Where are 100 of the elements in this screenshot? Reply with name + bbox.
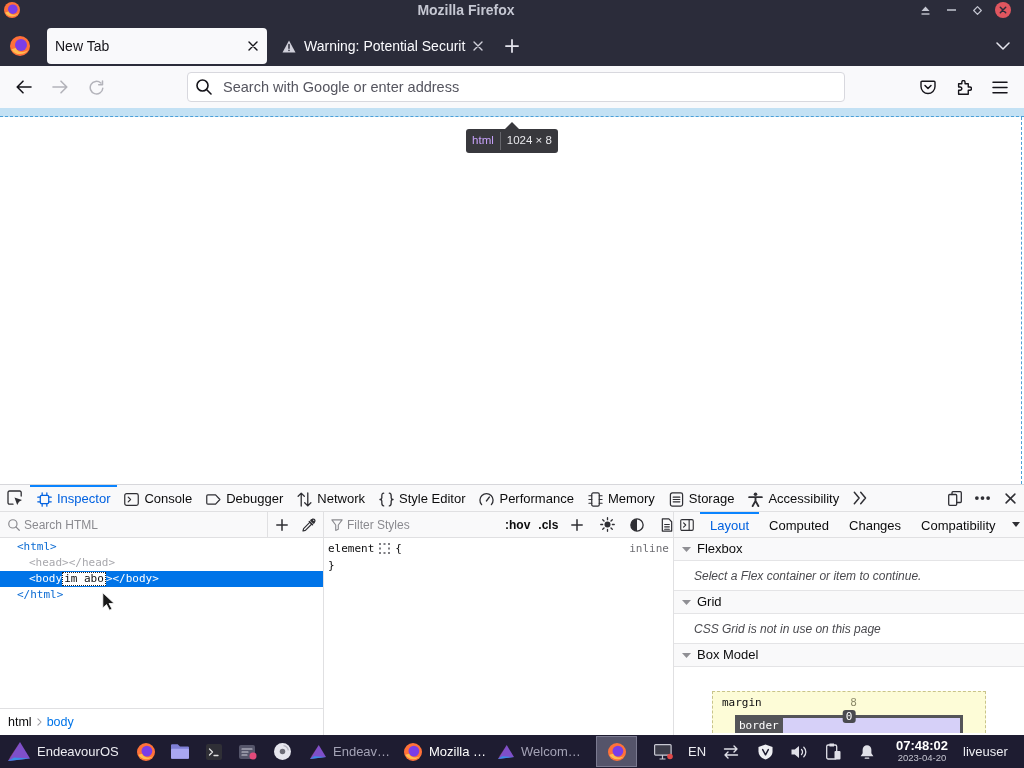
rounded-pouch-icon [920, 79, 936, 95]
clock-date[interactable]: 2023-04-20 [897, 753, 947, 764]
mouse-pointer-icon [102, 592, 115, 611]
sidebar-toggle-icon [680, 518, 694, 531]
markup-node[interactable]: <body im abo ></body> [0, 571, 323, 587]
plus-icon[interactable] [275, 518, 288, 531]
eyedropper-icon [302, 517, 316, 532]
split-window-icon [947, 490, 962, 506]
filter-styles-field[interactable]: Filter Styles [347, 515, 502, 534]
filter-icon [331, 518, 343, 531]
tag-name-label: html [472, 132, 501, 150]
devtools-tab[interactable]: Style Editor [372, 485, 473, 511]
browser-logo-icon[interactable] [137, 742, 155, 761]
rule-brace: { [395, 541, 402, 557]
sidebar-tab[interactable]: Computed [759, 512, 840, 537]
desktop-pager[interactable] [596, 736, 637, 767]
list-box-icon [668, 491, 684, 507]
chevron-down-icon [996, 42, 1010, 50]
terminal-icon[interactable] [206, 743, 222, 760]
bell-icon[interactable] [860, 743, 874, 760]
devtools-tab[interactable]: Debugger [199, 485, 291, 511]
up-down-arrows-icon [297, 491, 313, 507]
search-icon [196, 79, 212, 95]
folder-icon[interactable] [171, 744, 189, 759]
address-field[interactable]: Search with Google or enter address [187, 72, 845, 102]
keep-above-icon[interactable] [920, 5, 930, 15]
devtools-tab[interactable]: Storage [661, 485, 742, 511]
sail-logo-icon [498, 744, 514, 759]
gauge-icon [479, 491, 495, 507]
taskbar-task[interactable]: Welcom… [487, 735, 581, 768]
browser-logo-icon [404, 742, 422, 761]
chip-icon [587, 491, 603, 507]
forward-arrow-icon [52, 80, 68, 94]
devtools-tab[interactable]: Performance [472, 485, 581, 511]
browser-logo-icon [607, 742, 626, 761]
margin-value: 8 [850, 695, 857, 712]
browser-tab[interactable]: New Tab [47, 28, 267, 64]
application-launcher[interactable]: EndeavourOS [0, 735, 129, 768]
style-toggle-button[interactable]: :hov [502, 512, 534, 537]
rule-source-link[interactable]: inline [629, 540, 669, 557]
minimize-icon[interactable] [946, 9, 956, 11]
devtools-tab[interactable]: Accessibility [741, 485, 847, 511]
close-icon [1005, 492, 1016, 504]
menu-icon [992, 80, 1008, 94]
style-toggle-button[interactable]: .cls [535, 512, 562, 537]
user-name-label[interactable]: liveuser [963, 741, 1008, 762]
person-icon [748, 491, 764, 507]
grid-dots-icon[interactable] [379, 543, 391, 554]
restore-icon[interactable] [972, 5, 982, 15]
warning-icon [282, 39, 296, 53]
margin-label: margin [722, 695, 762, 712]
pick-cursor-icon [7, 490, 23, 506]
tag-shape-icon [206, 491, 222, 507]
sail-logo-icon [8, 742, 30, 761]
keyboard-layout-indicator[interactable]: EN [687, 741, 707, 762]
sidebar-tab[interactable]: Compatibility [911, 512, 1006, 537]
browser-logo-icon[interactable] [10, 36, 30, 56]
markup-node[interactable]: </html> [0, 587, 323, 603]
border-label: border [738, 718, 780, 733]
sidebar-tab[interactable]: Changes [839, 512, 912, 537]
shield-icon[interactable] [757, 743, 773, 760]
speaker-icon[interactable] [791, 744, 807, 759]
document-icon [661, 517, 674, 532]
double-chevron-icon [852, 491, 867, 505]
transfer-arrows-icon[interactable] [723, 744, 739, 759]
sail-logo-icon [310, 744, 326, 759]
back-arrow-icon [16, 80, 32, 94]
reload-icon [88, 79, 104, 95]
close-icon[interactable] [248, 41, 258, 51]
contrast-icon [630, 517, 645, 532]
section-header[interactable]: Grid [674, 591, 1024, 614]
terminal-prompt-icon [124, 491, 140, 507]
puzzle-piece-icon [956, 79, 972, 95]
markup-node[interactable]: <html> [0, 539, 323, 555]
devtools-tab[interactable]: Network [290, 485, 372, 511]
devtools-tab[interactable]: Console [117, 485, 200, 511]
tag-edit-field[interactable]: im abo [62, 572, 106, 586]
dropdown-arrow-icon [1012, 522, 1020, 527]
plus-icon[interactable] [571, 518, 584, 531]
search-html-field[interactable]: Search HTML [24, 515, 267, 534]
monitor-icon[interactable] [653, 743, 673, 760]
browser-tab[interactable]: Warning: Potential Securit [274, 28, 493, 64]
breadcrumb[interactable]: body [46, 712, 74, 732]
disc-icon[interactable] [273, 743, 291, 760]
section-header[interactable]: Flexbox [674, 538, 1024, 561]
devtools-tab[interactable]: Memory [580, 485, 662, 511]
breadcrumb[interactable]: html [8, 712, 32, 732]
clipboard-icon[interactable] [825, 743, 841, 760]
section-header[interactable]: Box Model [674, 644, 1024, 667]
chevron-right-icon [36, 718, 42, 726]
taskbar-task[interactable]: Mozilla … [393, 735, 487, 768]
braces-icon [379, 491, 394, 507]
rule-selector: element [328, 541, 375, 557]
rule-brace: } [328, 558, 335, 574]
window-title: Mozilla Firefox [416, 1, 516, 20]
browser-logo-icon [4, 2, 20, 18]
border-value: 0 [842, 710, 856, 723]
clock-time[interactable]: 07:48:02 [895, 739, 948, 754]
search-icon [8, 518, 20, 531]
taskbar-task[interactable]: Endeav… [299, 735, 393, 768]
